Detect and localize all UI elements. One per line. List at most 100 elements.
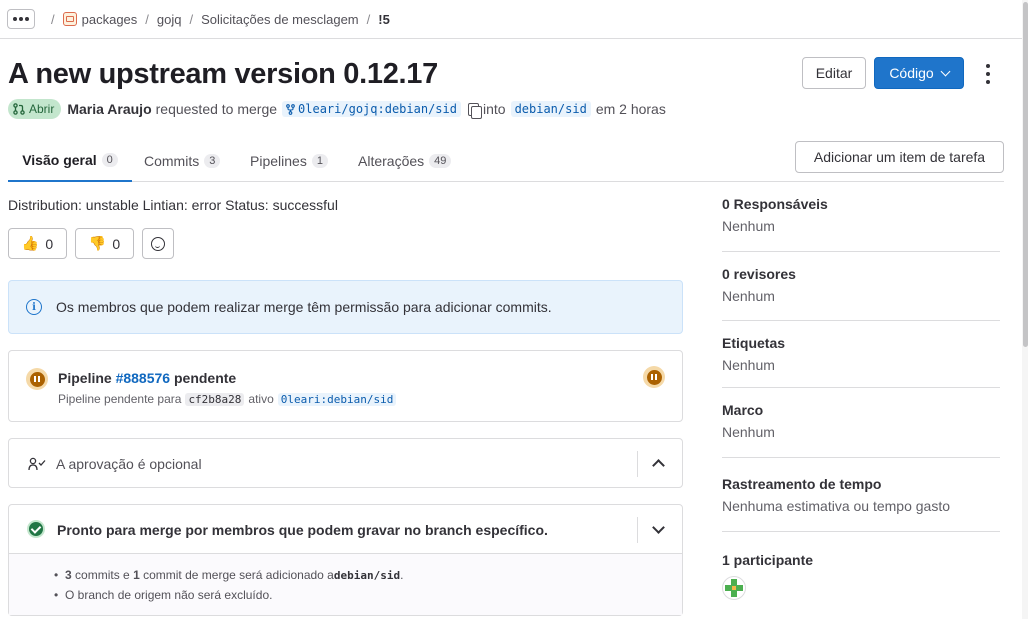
breadcrumb-separator: / (189, 11, 194, 27)
assignees-value: Nenhum (722, 218, 775, 234)
breadcrumb-item-packages[interactable]: packages (82, 12, 138, 27)
target-branch-code: debian/sid (333, 569, 401, 582)
thumbs-up-button[interactable]: 👍 0 (8, 228, 67, 259)
scrollbar-thumb[interactable] (1023, 2, 1028, 347)
tab-count: 0 (101, 153, 118, 167)
tab-label: Alterações (358, 153, 425, 169)
chevron-down-icon[interactable] (652, 521, 665, 534)
tab-count: 3 (204, 154, 221, 168)
pipeline-widget: Pipeline #888576 pendente Pipeline pende… (8, 350, 683, 422)
page-scrollbar[interactable] (1022, 0, 1028, 619)
more-actions-button[interactable] (984, 64, 992, 84)
target-branch-link[interactable]: debian/sid (510, 101, 591, 117)
stage-pending-icon[interactable] (643, 366, 665, 388)
source-branch-name: 0leari/gojq:debian/sid (298, 102, 457, 116)
pipeline-branch-link[interactable]: 0leari:debian/sid (277, 392, 397, 406)
labels-section: Etiquetas Nenhum (722, 335, 1000, 373)
divider (722, 387, 1000, 388)
add-task-item-label: Adicionar um item de tarefa (813, 149, 986, 165)
labels-label: Etiquetas (722, 335, 786, 351)
add-reaction-button[interactable] (142, 228, 174, 259)
pipeline-pending-icon[interactable] (26, 368, 48, 390)
reviewers-section: 0 revisores Nenhum (722, 266, 1000, 304)
copy-icon[interactable] (467, 102, 482, 119)
into-text: into (482, 101, 506, 117)
time-text: em 2 horas (595, 101, 666, 117)
chevron-down-icon (940, 66, 951, 76)
pipeline-id-link[interactable]: #888576 (116, 370, 171, 386)
merge-request-meta: Abrir Maria Araujo requested to merge 0l… (8, 99, 666, 119)
info-icon: i (26, 299, 42, 315)
description: Distribution: unstable Lintian: error St… (8, 197, 338, 213)
tab-commits[interactable]: Commits 3 (144, 140, 221, 182)
thumbs-up-count: 0 (45, 235, 54, 252)
breadcrumb-separator: / (366, 11, 371, 27)
chevron-up-icon[interactable] (652, 459, 665, 472)
milestone-label: Marco (722, 402, 764, 418)
assignees-section: 0 Responsáveis Nenhum (722, 196, 1000, 234)
milestone-section: Marco Nenhum (722, 402, 1000, 440)
project-avatar-icon (62, 12, 77, 26)
divider (722, 531, 1000, 532)
pipeline-title: Pipeline #888576 pendente (58, 370, 236, 386)
tab-pipelines[interactable]: Pipelines 1 (250, 140, 328, 182)
divider (722, 457, 1000, 458)
page-title: A new upstream version 0.12.17 (8, 58, 438, 90)
thumbs-down-count: 0 (112, 235, 121, 252)
thumbs-up-icon: 👍 (21, 235, 40, 251)
breadcrumb-item-merge-requests[interactable]: Solicitações de mesclagem (201, 12, 359, 27)
tab-changes[interactable]: Alterações 49 (358, 140, 452, 182)
code-button-label: Código (889, 65, 934, 81)
pipeline-subtitle: Pipeline pendente para cf2b8a28 ativo 0l… (58, 392, 397, 406)
approval-widget: A aprovação é opcional (8, 438, 683, 488)
author-link[interactable]: Maria Araujo (67, 101, 151, 117)
tab-overview[interactable]: Visão geral 0 (8, 140, 132, 182)
add-task-item-button[interactable]: Adicionar um item de tarefa (795, 141, 1004, 173)
pipeline-sub-text: Pipeline pendente para (58, 392, 182, 406)
thumbs-down-icon: 👎 (88, 235, 107, 251)
breadcrumb-separator: / (145, 11, 149, 27)
commit-sha-link[interactable]: cf2b8a28 (185, 392, 245, 406)
approval-text: A aprovação é opcional (56, 456, 202, 472)
pipeline-status: pendente (173, 370, 237, 386)
participants-section: 1 participante (722, 552, 1000, 568)
reviewers-value: Nenhum (722, 288, 775, 304)
merge-ready-title: Pronto para merge por membros que podem … (57, 522, 548, 538)
status-badge: Abrir (8, 99, 62, 119)
thumbs-down-button[interactable]: 👎 0 (75, 228, 134, 259)
breadcrumb: / packages / gojq / Solicitações de mesc… (0, 0, 1022, 39)
assignees-label: 0 Responsáveis (722, 196, 828, 212)
source-branch-link[interactable]: 0leari/gojq:debian/sid (282, 101, 461, 117)
breadcrumb-item-current[interactable]: !5 (378, 12, 390, 27)
tab-count: 1 (311, 154, 328, 168)
edit-button-label: Editar (815, 65, 853, 81)
avatar[interactable] (722, 576, 746, 600)
breadcrumb-expand-button[interactable] (7, 9, 35, 29)
milestone-value: Nenhum (722, 424, 775, 440)
merge-request-icon (13, 103, 25, 115)
tab-count: 49 (429, 154, 452, 168)
info-alert: i Os membros que podem realizar merge tê… (8, 280, 683, 334)
divider (637, 517, 638, 543)
status-text: Abrir (29, 102, 55, 116)
edit-button[interactable]: Editar (802, 57, 866, 89)
tab-label: Pipelines (250, 153, 307, 169)
breadcrumb-item-gojq[interactable]: gojq (157, 12, 182, 27)
tab-label: Visão geral (22, 152, 97, 168)
pipeline-prefix: Pipeline (58, 370, 112, 386)
labels-value: Nenhum (722, 357, 775, 373)
breadcrumb-separator: / (51, 11, 55, 27)
smiley-icon (151, 236, 165, 251)
check-circle-icon (27, 520, 45, 538)
fork-icon (286, 103, 295, 115)
code-dropdown-button[interactable]: Código (874, 57, 964, 89)
alert-text: Os membros que podem realizar merge têm … (56, 299, 552, 315)
requested-text: requested to merge (155, 101, 278, 117)
divider (722, 320, 1000, 321)
time-tracking-label: Rastreamento de tempo (722, 476, 882, 492)
merge-widget: Pronto para merge por membros que podem … (8, 504, 683, 616)
reviewers-label: 0 revisores (722, 266, 796, 282)
list-item: 3 commits e 1 commit de merge será adici… (54, 568, 682, 582)
tab-label: Commits (144, 153, 200, 169)
time-tracking-value: Nenhuma estimativa ou tempo gasto (722, 498, 951, 514)
